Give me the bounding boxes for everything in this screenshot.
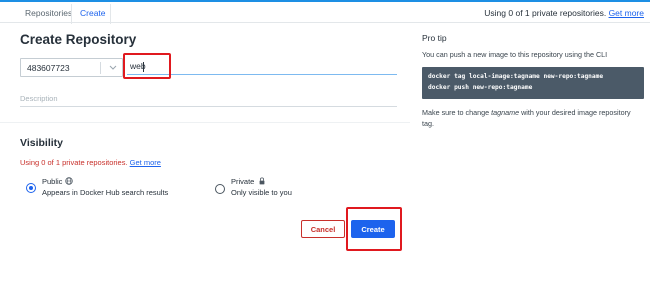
public-label: Public [42,177,63,186]
visibility-usage-warning: Using 0 of 1 private repositories. Get m… [20,158,161,167]
chevron-down-icon [109,65,117,70]
note-before: Make sure to change [422,108,492,117]
namespace-select[interactable]: 483607723 [20,58,123,77]
cancel-button[interactable]: Cancel [301,220,345,238]
description-input[interactable] [20,90,397,107]
pro-tip-text: You can push a new image to this reposit… [422,50,608,59]
breadcrumb-create[interactable]: Create [80,8,106,18]
visibility-title: Visibility [20,137,63,149]
private-description: Only visible to you [231,188,292,197]
cli-code-block: docker tag local-image:tagname new-repo:… [422,67,644,99]
code-line-tag: docker tag local-image:tagname new-repo:… [428,73,604,80]
note-tagname: tagname [491,108,520,117]
visibility-usage-text: Using 0 of 1 private repositories. [20,158,128,167]
globe-icon [65,177,73,185]
section-divider [0,122,410,123]
public-radio[interactable] [26,183,36,193]
get-more-link[interactable]: Get more [609,8,644,18]
code-line-push: docker push new-repo:tagname [428,84,533,91]
pro-tip-note: Make sure to change tagname with your de… [422,107,644,129]
private-label: Private [231,177,255,186]
page-title: Create Repository [20,32,137,47]
lock-icon [259,177,265,185]
private-usage-text: Using 0 of 1 private repositories. [484,8,607,18]
breadcrumb-repositories[interactable]: Repositories [25,8,72,18]
breadcrumb: Repositories Create Using 0 of 1 private… [0,2,650,24]
private-radio[interactable] [215,184,225,194]
visibility-get-more-link[interactable]: Get more [130,158,161,167]
public-description: Appears in Docker Hub search results [42,188,169,197]
breadcrumb-divider [71,4,72,24]
namespace-value: 483607723 [27,63,70,73]
breadcrumb-divider [110,4,111,24]
private-usage-header: Using 0 of 1 private repositories. Get m… [484,8,644,18]
highlight-box-create [346,207,402,251]
select-divider [100,62,101,74]
highlight-box-name [123,53,171,79]
pro-tip-title: Pro tip [422,33,447,43]
